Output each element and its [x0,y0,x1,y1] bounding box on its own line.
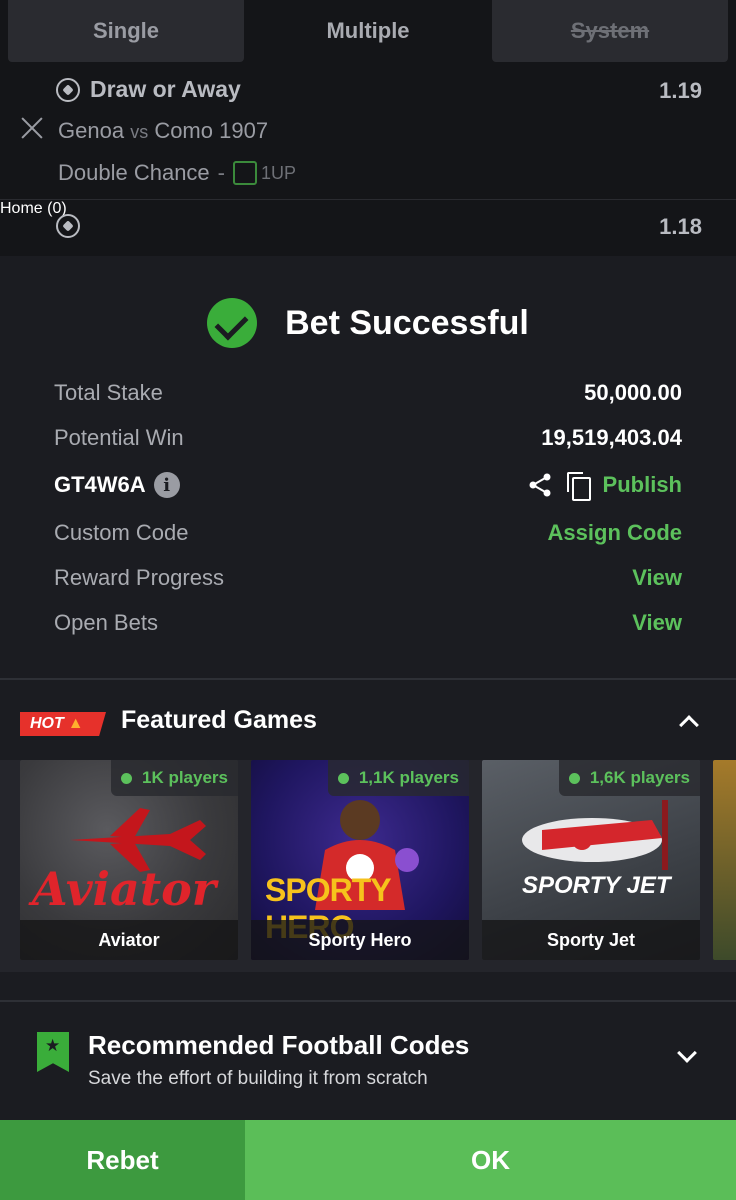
recommended-title: Recommended Football Codes [88,1030,470,1060]
featured-games-title: Featured Games [121,706,317,734]
one-up-tag: 1UP [261,162,297,183]
rebet-button[interactable]: Rebet [0,1120,245,1200]
players-badge: 1K players [111,760,238,796]
copy-icon[interactable] [566,472,591,501]
recommended-subtitle: Save the effort of building it from scra… [88,1068,428,1089]
one-up-checkbox[interactable] [233,161,257,185]
selection-market: Double Chance - 1UP [58,160,296,186]
share-icon[interactable] [527,472,553,498]
featured-games-carousel[interactable]: Aviator 1K players Aviator SPORTY HERO 1… [0,760,736,972]
recommended-codes-section[interactable]: ★ Recommended Football Codes Save the ef… [0,1002,736,1120]
game-card-partial[interactable] [713,760,736,960]
chevron-up-icon[interactable] [679,715,699,735]
success-title: Bet Successful [285,303,529,342]
market-name: Double Chance [58,160,210,185]
reward-progress-label: Reward Progress [54,565,224,590]
publish-link[interactable]: Publish [603,472,682,498]
info-icon[interactable]: i [153,472,180,498]
game-card-sporty-jet[interactable]: SPORTY JET 1,6K players Sporty Jet [482,760,700,960]
betslip-selections: Draw or Away 1.19 Genoa vs Como 1907 Dou… [0,62,736,256]
potential-win-value: 19,519,403.04 [541,425,682,450]
bet-success-panel: Bet Successful Total Stake 50,000.00 Pot… [0,256,736,1200]
selection-teams: Genoa vs Como 1907 [58,118,268,144]
assign-code-link[interactable]: Assign Code [548,520,682,546]
close-icon[interactable] [18,114,46,142]
chevron-down-icon[interactable] [677,1043,697,1063]
booking-code-row: GT4W6A i Publish [54,472,682,501]
selection-pick-label: Draw or Away [90,76,241,102]
divider [0,678,736,680]
custom-code-row: Custom Code Assign Code [54,520,682,546]
vs-label: vs [130,122,149,142]
game-name: Sporty Jet [482,920,700,960]
players-count: 1,6K players [589,768,690,787]
tab-multiple[interactable]: Multiple [250,0,486,62]
selection-pick-label: Home (0) [0,200,67,217]
selection-odds: 1.19 [659,78,702,103]
potential-win-row: Potential Win 19,519,403.04 [54,425,682,451]
reward-progress-row: Reward Progress View [54,565,682,591]
total-stake-value: 50,000.00 [584,380,682,405]
selection-pick: Draw or Away [56,76,241,103]
aviator-logo: Aviator [32,862,216,916]
players-badge: 1,6K players [558,760,700,796]
online-dot-icon [337,772,349,784]
ok-button[interactable]: OK [245,1120,736,1200]
share-actions: Publish [527,472,682,501]
sporty-jet-logo: SPORTY JET [522,872,671,899]
total-stake-label: Total Stake [54,380,163,405]
game-card-sporty-hero[interactable]: SPORTY HERO 1,1K players Sporty Hero [251,760,469,960]
away-team: Como 1907 [154,118,269,143]
hot-badge-label: HOT [30,715,64,732]
online-dot-icon [121,772,132,784]
selection-item: Draw or Away 1.19 Genoa vs Como 1907 Dou… [0,62,736,200]
bet-type-tabs: Single Multiple System [0,0,736,62]
sporty-jet-plane-art [522,800,668,870]
selection-pick: Home (0) [0,200,736,218]
featured-games-header[interactable]: HOT ▲ Featured Games [0,704,736,744]
players-count: 1K players [142,768,228,787]
online-dot-icon [568,772,580,784]
reward-progress-view-link[interactable]: View [632,565,682,591]
booking-code-value: GT4W6A [54,472,146,497]
game-name: Aviator [20,920,238,960]
selection-odds: 1.18 [659,214,702,239]
potential-win-label: Potential Win [54,425,184,450]
players-badge: 1,1K players [327,760,469,796]
selection-item: Home (0) 1.18 [0,200,736,256]
open-bets-view-link[interactable]: View [632,610,682,636]
tab-system[interactable]: System [492,0,728,62]
action-buttons: Rebet OK [0,1120,736,1200]
success-header: Bet Successful [0,298,736,348]
game-name: Sporty Hero [251,920,469,960]
market-separator: - [217,160,225,185]
custom-code-label: Custom Code [54,520,189,545]
open-bets-label: Open Bets [54,610,158,635]
open-bets-row: Open Bets View [54,610,682,636]
fire-icon: ▲ [67,715,84,732]
bookmark-star-icon: ★ [37,1032,69,1072]
players-count: 1,1K players [358,768,459,787]
game-card-aviator[interactable]: Aviator 1K players Aviator [20,760,238,960]
home-team: Genoa [58,118,125,143]
check-circle-icon [207,298,258,348]
hot-badge: HOT ▲ [20,712,106,736]
tab-single[interactable]: Single [8,0,244,62]
booking-code: GT4W6A i [54,472,180,498]
total-stake-row: Total Stake 50,000.00 [54,380,682,406]
soccer-ball-icon [56,214,80,238]
